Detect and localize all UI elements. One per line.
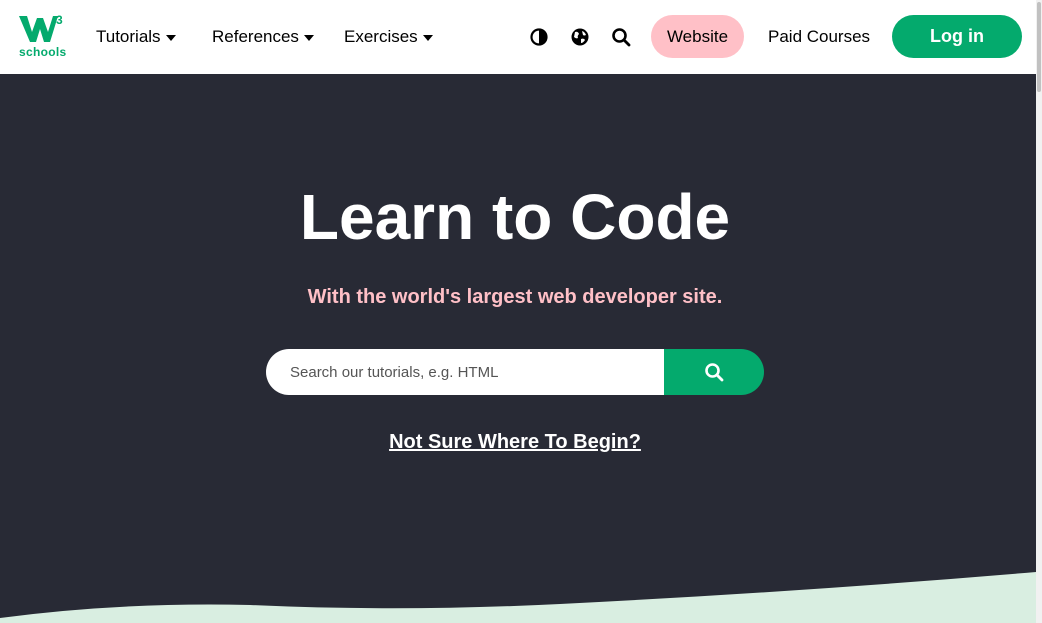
search-icon[interactable] <box>610 26 632 48</box>
mint-wave-divider <box>0 572 1036 623</box>
w3schools-logo[interactable]: 3 schools <box>18 13 68 62</box>
hero-subtitle: With the world's largest web developer s… <box>307 286 723 308</box>
nav-references-menu[interactable]: References <box>212 22 314 52</box>
nav-exercises-menu[interactable]: Exercises <box>344 22 433 52</box>
search-input[interactable] <box>266 349 664 395</box>
logo-text: schools <box>19 45 67 59</box>
contrast-icon[interactable] <box>528 26 550 48</box>
nav-tutorials-menu[interactable]: Tutorials <box>96 22 176 52</box>
hero-title: Learn to Code <box>299 181 731 253</box>
scrollbar-thumb[interactable] <box>1037 2 1041 92</box>
nav-exercises-label: Exercises <box>344 27 418 46</box>
caret-down-icon <box>422 34 433 41</box>
login-button[interactable]: Log in <box>892 15 1022 58</box>
website-button[interactable]: Website <box>651 15 744 58</box>
search-icon <box>705 363 724 382</box>
search-button[interactable] <box>664 349 764 395</box>
page-scrollbar[interactable] <box>1036 0 1042 623</box>
logo-mark-icon <box>19 16 58 42</box>
logo-superscript: 3 <box>56 13 63 27</box>
not-sure-where-to-begin-link[interactable]: Not Sure Where To Begin? <box>0 431 1030 454</box>
caret-down-icon <box>303 34 314 41</box>
nav-references-label: References <box>212 27 299 46</box>
paid-courses-link[interactable]: Paid Courses <box>768 22 870 52</box>
top-navbar: 3 schools Tutorials References Exercises <box>0 0 1042 74</box>
nav-tutorials-label: Tutorials <box>96 27 161 46</box>
globe-icon[interactable] <box>569 26 591 48</box>
caret-down-icon <box>165 34 176 41</box>
hero-search <box>266 349 764 395</box>
